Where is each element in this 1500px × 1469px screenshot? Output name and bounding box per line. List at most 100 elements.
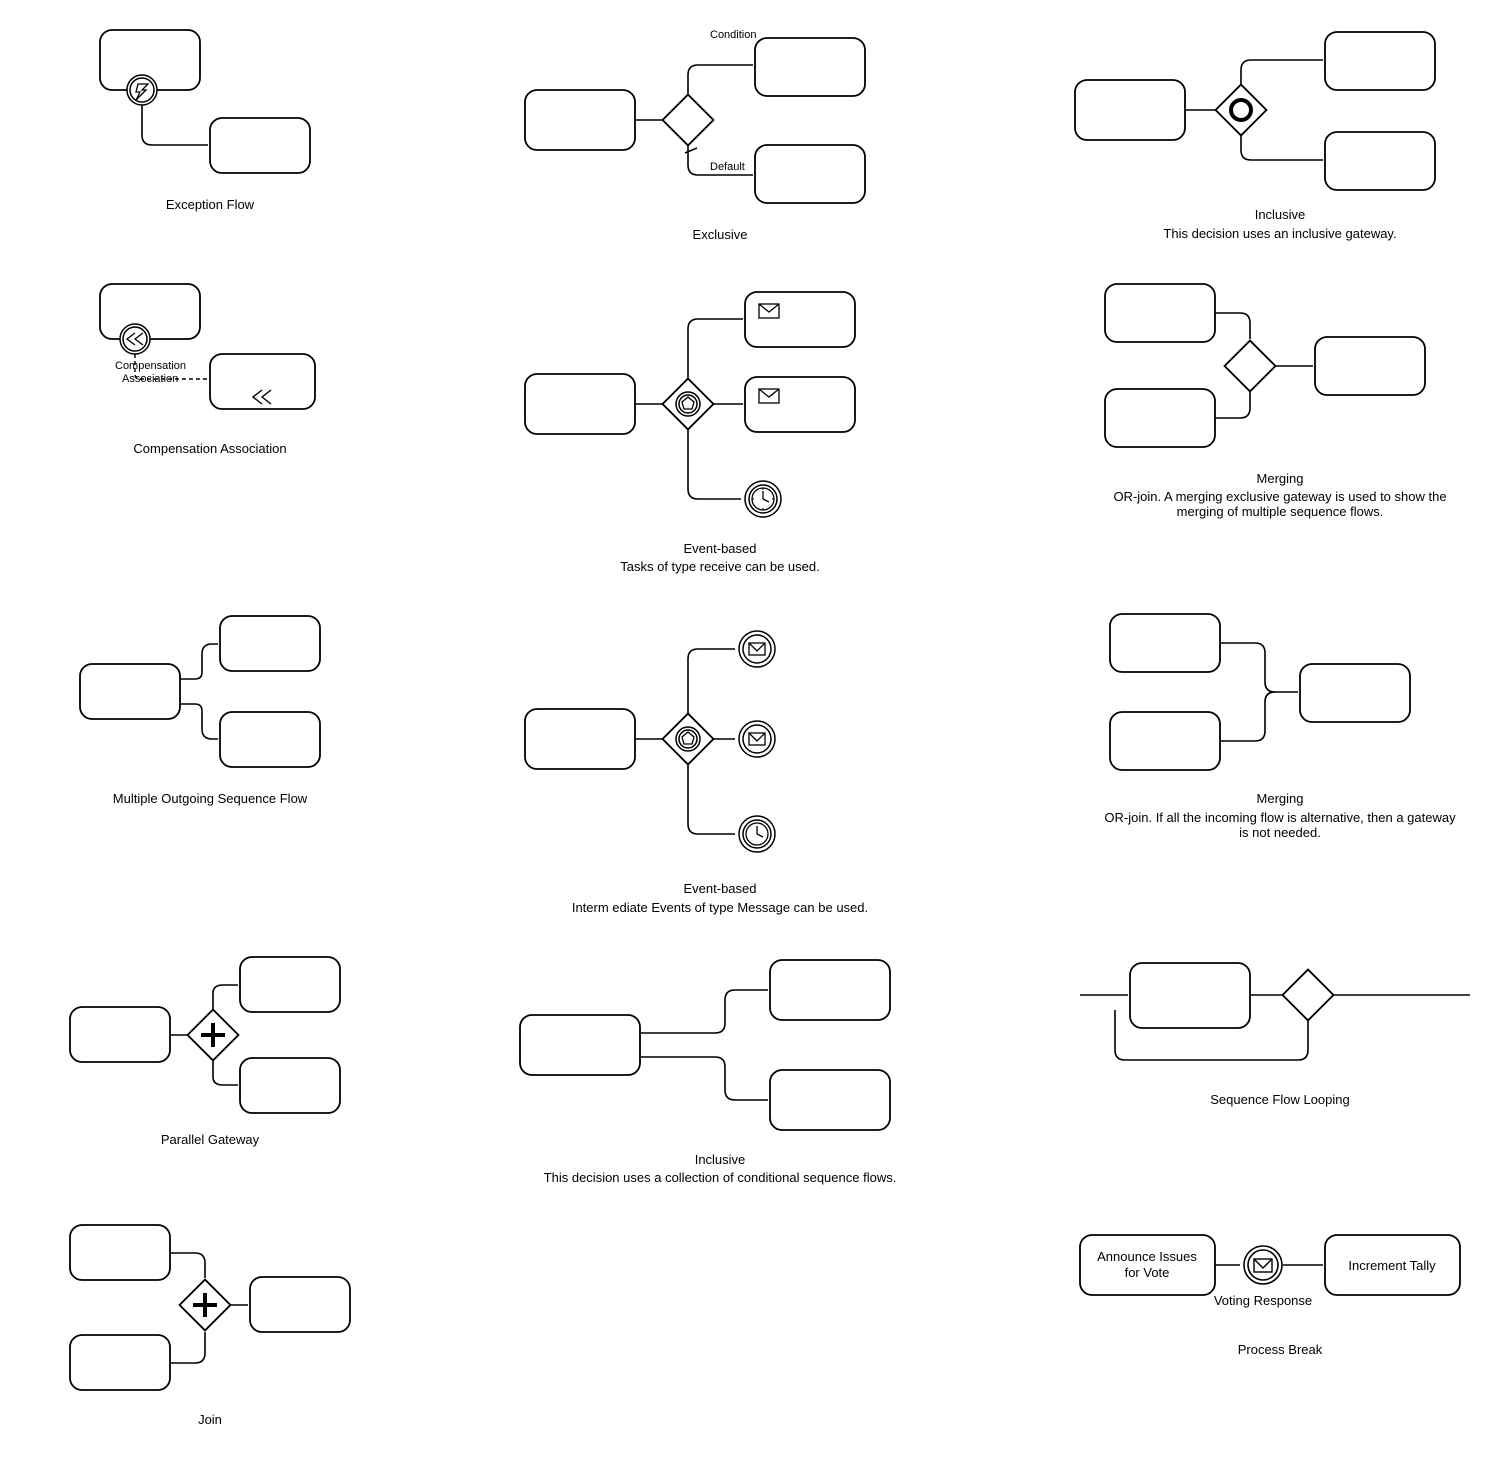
bpmn-task — [1325, 32, 1435, 90]
caption: Inclusive — [1255, 206, 1306, 224]
conditional-flow — [640, 990, 768, 1033]
diagram-join: Join — [20, 1215, 400, 1429]
bpmn-task — [1325, 132, 1435, 190]
diagram-parallel-gateway: Parallel Gateway — [20, 945, 400, 1149]
caption: Exclusive — [693, 226, 748, 244]
signal-event-icon — [127, 75, 157, 105]
sequence-flow — [1215, 313, 1250, 339]
caption: Merging — [1257, 470, 1304, 488]
sequence-flow — [213, 985, 238, 1010]
subcaption: OR-join. If all the incoming flow is alt… — [1100, 810, 1460, 840]
sequence-flow — [1241, 135, 1323, 160]
bpmn-task — [70, 1335, 170, 1390]
caption: Inclusive — [695, 1151, 746, 1169]
bpmn-task — [1130, 963, 1250, 1028]
bpmn-task — [755, 38, 865, 96]
diagram-event-based-tasks: Event-based Tasks of type receive can be… — [440, 274, 1000, 575]
bpmn-task — [520, 1015, 640, 1075]
message-event-icon — [739, 631, 775, 667]
compensation-event-icon — [120, 324, 150, 354]
diagram-event-based-message: Event-based Interm ediate Events of type… — [440, 604, 1000, 915]
event-based-gateway-icon — [663, 714, 714, 765]
caption: Multiple Outgoing Sequence Flow — [113, 790, 307, 808]
bpmn-task — [745, 292, 855, 347]
label-default: Default — [710, 161, 745, 173]
diagram-exception-flow: Exception Flow — [20, 20, 400, 214]
sequence-flow — [180, 644, 218, 679]
bpmn-task — [1105, 389, 1215, 447]
sequence-flow — [688, 319, 743, 379]
bpmn-task — [250, 1277, 350, 1332]
bpmn-task — [525, 90, 635, 150]
sequence-flow — [1220, 643, 1298, 692]
timer-event-icon — [745, 481, 781, 517]
message-event-icon — [1244, 1246, 1282, 1284]
bpmn-task — [525, 709, 635, 769]
bpmn-task — [1075, 80, 1185, 140]
sequence-flow — [1220, 692, 1275, 741]
caption: Join — [198, 1411, 222, 1429]
sequence-flow — [688, 649, 735, 714]
caption: Compensation Association — [133, 440, 286, 458]
sequence-flow — [1241, 60, 1323, 85]
bpmn-task — [1300, 664, 1410, 722]
conditional-flow — [640, 1057, 768, 1100]
bpmn-task — [240, 1058, 340, 1113]
caption: Event-based — [684, 540, 757, 558]
label: Association — [122, 373, 178, 385]
diagram-process-break: Announce Issues for Vote Voting Response… — [1040, 1215, 1500, 1359]
diagram-exclusive: Condition Default Exclusive — [440, 20, 1000, 244]
sequence-flow — [688, 65, 753, 95]
bpmn-task — [1110, 712, 1220, 770]
diagram-sequence-flow-looping: Sequence Flow Looping — [1040, 945, 1500, 1109]
sequence-flow — [170, 1253, 205, 1278]
parallel-gateway-icon — [188, 1009, 239, 1060]
message-event-icon — [739, 721, 775, 757]
task-label: Increment Tally — [1348, 1258, 1436, 1273]
exclusive-gateway-icon — [663, 95, 714, 146]
diagram-multiple-outgoing: Multiple Outgoing Sequence Flow — [20, 604, 400, 808]
bpmn-task — [770, 1070, 890, 1130]
bpmn-task — [525, 374, 635, 434]
label-condition: Condition — [710, 29, 756, 41]
inclusive-gateway-icon — [1216, 85, 1267, 136]
subcaption: This decision uses an inclusive gateway. — [1163, 226, 1396, 241]
subcaption: Tasks of type receive can be used. — [620, 559, 819, 574]
sequence-flow — [1215, 392, 1250, 418]
sequence-flow — [688, 429, 741, 499]
bpmn-task — [70, 1225, 170, 1280]
subcaption: This decision uses a collection of condi… — [544, 1170, 897, 1185]
sequence-flow — [180, 704, 218, 739]
bpmn-task — [1110, 614, 1220, 672]
bpmn-task — [70, 1007, 170, 1062]
diagram-inclusive-gateway: Inclusive This decision uses an inclusiv… — [1040, 20, 1500, 241]
timer-event-icon — [739, 816, 775, 852]
caption: Merging — [1257, 790, 1304, 808]
task-label: for Vote — [1125, 1265, 1170, 1280]
default-slash-icon — [685, 148, 697, 153]
sequence-flow — [213, 1060, 238, 1085]
sequence-flow — [688, 764, 735, 834]
bpmn-task — [1315, 337, 1425, 395]
sequence-flow — [170, 1332, 205, 1363]
event-based-gateway-icon — [663, 378, 714, 429]
event-label: Voting Response — [1214, 1293, 1312, 1308]
task-label: Announce Issues — [1097, 1249, 1197, 1264]
subcaption: Interm ediate Events of type Message can… — [572, 900, 868, 915]
subcaption: OR-join. A merging exclusive gateway is … — [1100, 489, 1460, 519]
diagram-merging-alt: Merging OR-join. If all the incoming flo… — [1040, 604, 1500, 840]
bpmn-task — [80, 664, 180, 719]
diagram-merging-or: Merging OR-join. A merging exclusive gat… — [1040, 274, 1500, 520]
diagram-compensation-association: Compensation Association Compensation As… — [20, 274, 400, 458]
caption: Process Break — [1238, 1341, 1323, 1359]
bpmn-task — [220, 616, 320, 671]
bpmn-task — [240, 957, 340, 1012]
bpmn-task — [210, 354, 315, 409]
caption: Sequence Flow Looping — [1210, 1091, 1350, 1109]
label: Compensation — [115, 360, 186, 372]
message-icon — [759, 389, 779, 403]
exclusive-gateway-icon — [1225, 340, 1276, 391]
caption: Exception Flow — [166, 196, 254, 214]
bpmn-task — [100, 284, 200, 339]
caption: Event-based — [684, 880, 757, 898]
